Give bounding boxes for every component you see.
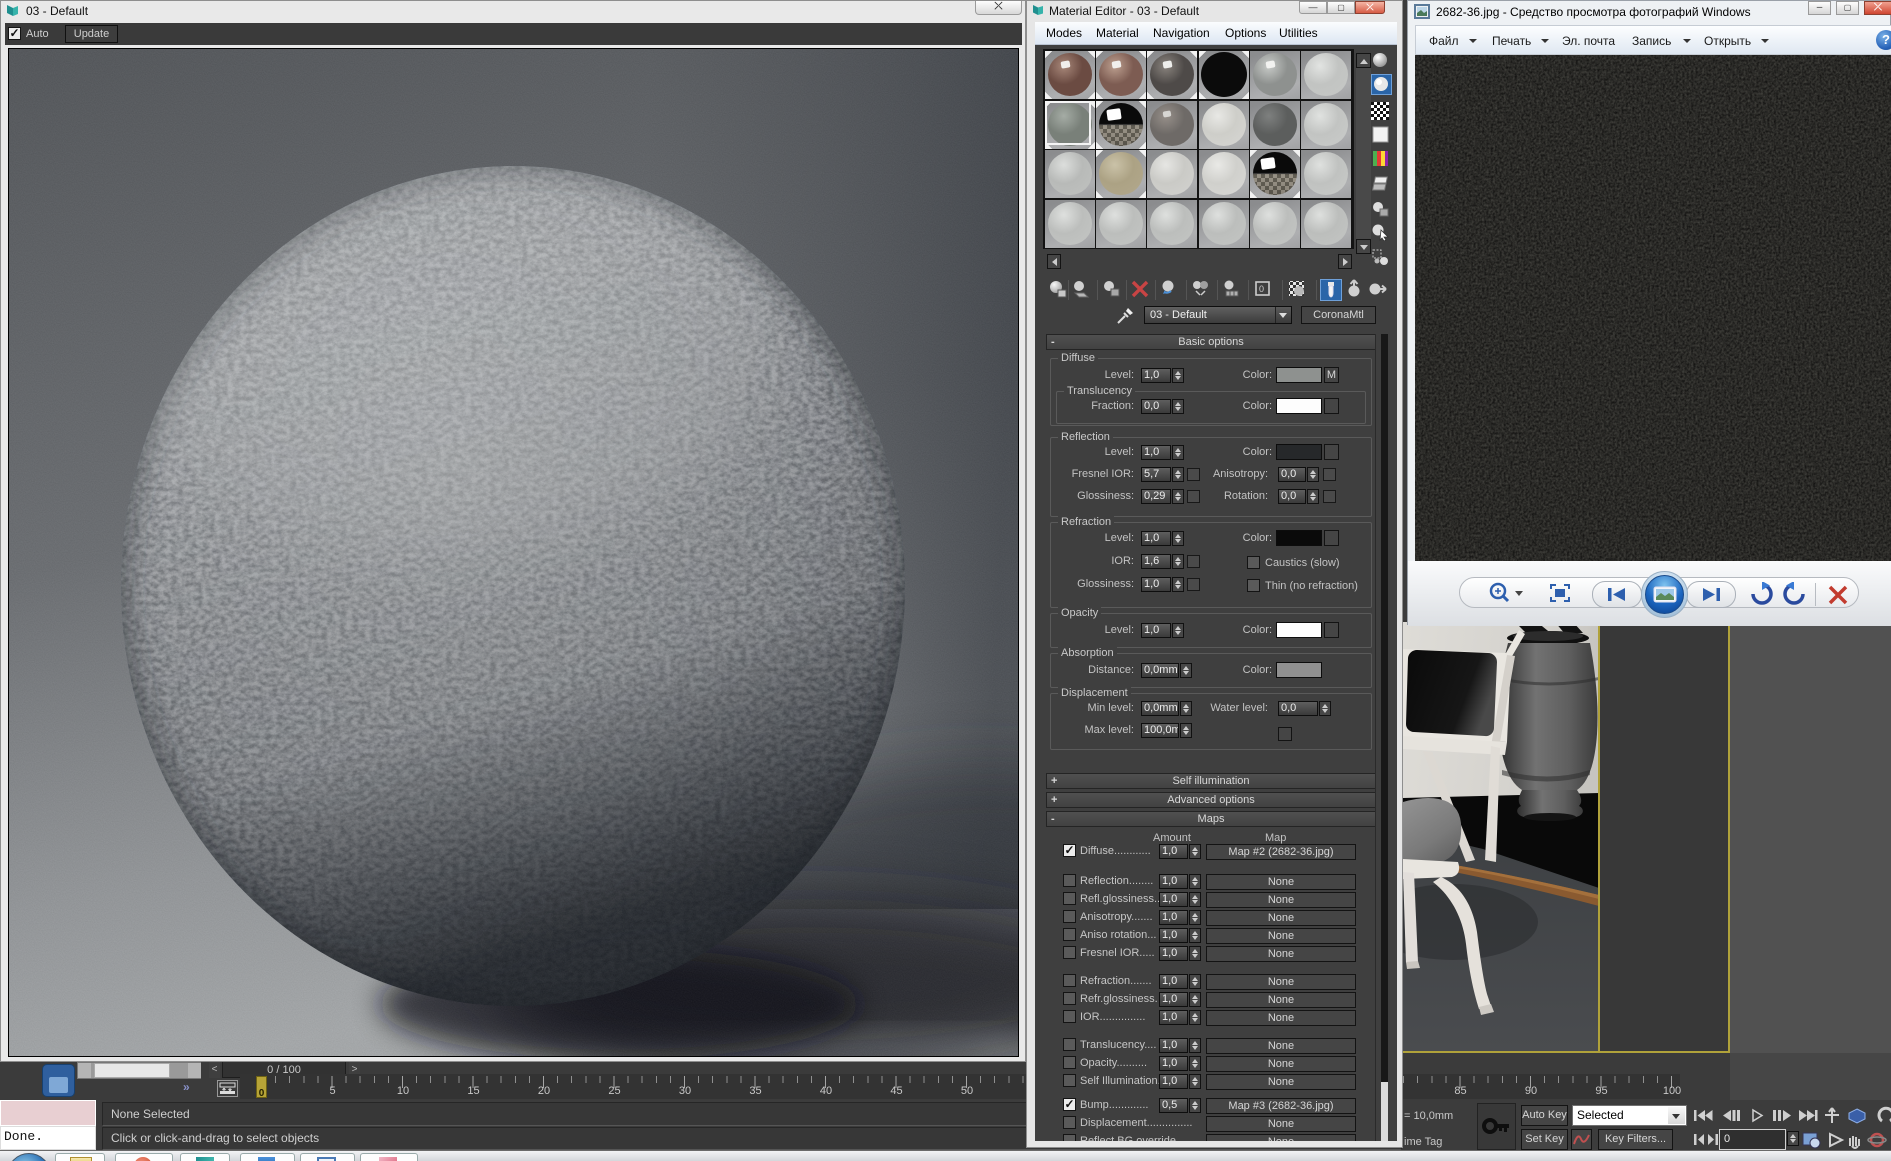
svg-text:0: 0: [1259, 284, 1264, 294]
